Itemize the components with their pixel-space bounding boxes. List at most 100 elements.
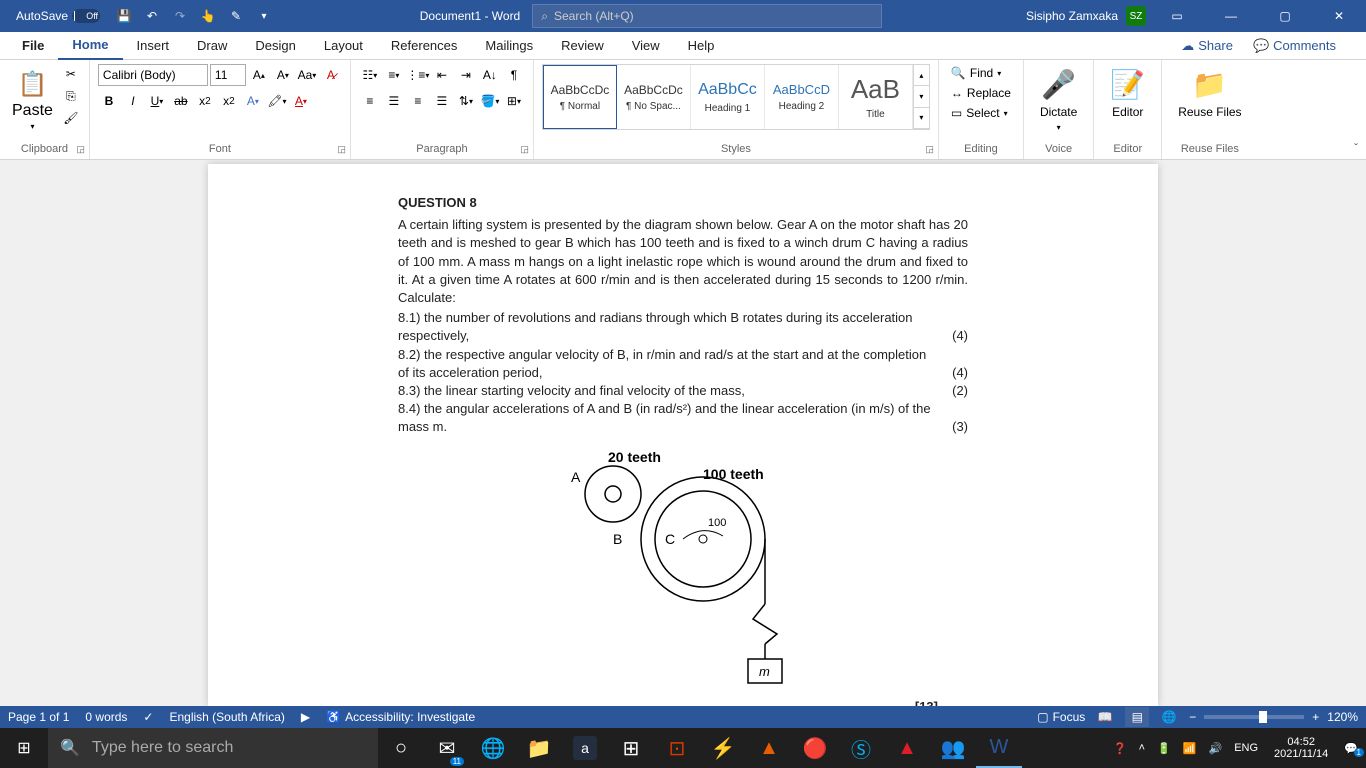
office-icon[interactable]: ⊡ [654, 728, 700, 768]
amazon-icon[interactable]: a [573, 736, 597, 760]
unknown-icon[interactable]: ⚡ [700, 728, 746, 768]
decrease-indent-button[interactable]: ⇤ [431, 64, 453, 86]
clock[interactable]: 04:52 2021/11/14 [1266, 736, 1336, 760]
accessibility[interactable]: ♿ Accessibility: Investigate [326, 710, 475, 724]
superscript-button[interactable]: x2 [218, 90, 240, 112]
redo-button[interactable]: ↷ [168, 4, 192, 28]
user-name[interactable]: Sisipho Zamxaka [1026, 9, 1118, 23]
start-button[interactable]: ⊞ [0, 728, 48, 768]
paragraph-launcher[interactable]: ◲ [520, 144, 529, 155]
italic-button[interactable]: I [122, 90, 144, 112]
tab-mailings[interactable]: Mailings [471, 32, 547, 60]
dictate-button[interactable]: 🎤Dictate▾ [1032, 64, 1085, 136]
tab-design[interactable]: Design [241, 32, 309, 60]
touch-mode-button[interactable]: 👆 [196, 4, 220, 28]
styles-gallery[interactable]: AaBbCcDc¶ Normal AaBbCcDc¶ No Spac... Aa… [542, 64, 930, 130]
tab-layout[interactable]: Layout [310, 32, 377, 60]
tab-review[interactable]: Review [547, 32, 618, 60]
styles-launcher[interactable]: ◲ [925, 144, 934, 155]
style-heading1[interactable]: AaBbCcHeading 1 [691, 65, 765, 129]
language-tray[interactable]: ENG [1230, 742, 1262, 754]
cortana-icon[interactable]: ○ [378, 728, 424, 768]
user-avatar[interactable]: SZ [1126, 6, 1146, 26]
text-effects-button[interactable]: A▾ [242, 90, 264, 112]
font-name-select[interactable] [98, 64, 208, 86]
battery-icon[interactable]: 🔋 [1153, 742, 1175, 755]
replace-button[interactable]: ↔Replace [947, 84, 1015, 102]
reuse-files-button[interactable]: 📁Reuse Files [1170, 64, 1249, 123]
print-layout-button[interactable]: ▤ [1125, 707, 1149, 727]
clear-formatting-button[interactable]: A̷ [320, 64, 342, 86]
save-button[interactable]: 💾 [112, 4, 136, 28]
maximize-button[interactable]: ▢ [1262, 0, 1308, 32]
web-layout-button[interactable]: 🌐 [1157, 707, 1181, 727]
numbering-button[interactable]: ≡▾ [383, 64, 405, 86]
format-painter-button[interactable]: 🖌 [61, 108, 81, 128]
gallery-more[interactable]: ▾ [914, 108, 929, 129]
language[interactable]: English (South Africa) [169, 710, 284, 724]
subscript-button[interactable]: x2 [194, 90, 216, 112]
change-case-button[interactable]: Aa▾ [296, 64, 318, 86]
vlc-icon[interactable]: ▲ [746, 728, 792, 768]
macro-icon[interactable]: ▶ [301, 710, 310, 724]
autosave-toggle[interactable]: AutoSave Off [8, 9, 108, 23]
wifi-icon[interactable]: 📶 [1179, 742, 1201, 755]
align-right-button[interactable]: ≡ [407, 90, 429, 112]
spellcheck-icon[interactable]: ✓ [143, 710, 153, 724]
gallery-up[interactable]: ▴ [914, 65, 929, 86]
search-box[interactable]: ⌕ Search (Alt+Q) [532, 4, 882, 28]
cut-button[interactable]: ✂ [61, 64, 81, 84]
minimize-button[interactable]: — [1208, 0, 1254, 32]
borders-button[interactable]: ⊞▾ [503, 90, 525, 112]
bullets-button[interactable]: ☷▾ [359, 64, 381, 86]
tab-view[interactable]: View [618, 32, 674, 60]
grow-font-button[interactable]: A▴ [248, 64, 270, 86]
focus-mode[interactable]: ▢ Focus [1037, 710, 1085, 724]
editor-button[interactable]: 📝Editor [1102, 64, 1153, 123]
word-icon[interactable]: W [976, 728, 1022, 768]
read-mode-button[interactable]: 📖 [1093, 707, 1117, 727]
paste-button[interactable]: 📋 Paste ▾ [8, 64, 57, 141]
taskbar-search[interactable]: 🔍 Type here to search [48, 728, 378, 768]
sort-button[interactable]: A↓ [479, 64, 501, 86]
zoom-out-button[interactable]: − [1189, 710, 1196, 724]
select-button[interactable]: ▭Select▾ [947, 104, 1015, 122]
style-title[interactable]: AaBTitle [839, 65, 913, 129]
tab-file[interactable]: File [8, 32, 58, 60]
bold-button[interactable]: B [98, 90, 120, 112]
volume-icon[interactable]: 🔊 [1205, 742, 1227, 755]
tab-help[interactable]: Help [674, 32, 729, 60]
multilevel-button[interactable]: ⋮≡▾ [407, 64, 429, 86]
mail-icon[interactable]: ✉11 [424, 728, 470, 768]
style-heading2[interactable]: AaBbCcDHeading 2 [765, 65, 839, 129]
document-page[interactable]: QUESTION 8 A certain lifting system is p… [208, 164, 1158, 706]
increase-indent-button[interactable]: ⇥ [455, 64, 477, 86]
draw-button[interactable]: ✎ [224, 4, 248, 28]
font-launcher[interactable]: ◲ [337, 144, 346, 155]
copy-button[interactable]: ⎘ [61, 86, 81, 106]
help-tray-icon[interactable]: ❓ [1109, 742, 1131, 755]
font-size-select[interactable] [210, 64, 246, 86]
share-button[interactable]: ☁Share [1171, 34, 1243, 58]
gallery-down[interactable]: ▾ [914, 86, 929, 107]
tab-references[interactable]: References [377, 32, 471, 60]
zoom-level[interactable]: 120% [1327, 710, 1358, 724]
justify-button[interactable]: ☰ [431, 90, 453, 112]
chevron-up-icon[interactable]: ˄ [1135, 742, 1149, 754]
skype-icon[interactable]: Ⓢ [838, 728, 884, 768]
dropbox-icon[interactable]: ⊞ [608, 728, 654, 768]
zoom-slider[interactable] [1204, 715, 1304, 719]
tab-home[interactable]: Home [58, 32, 122, 60]
document-area[interactable]: QUESTION 8 A certain lifting system is p… [0, 160, 1366, 706]
undo-button[interactable]: ↶ [140, 4, 164, 28]
comments-button[interactable]: 💬Comments [1243, 34, 1346, 58]
style-normal[interactable]: AaBbCcDc¶ Normal [543, 65, 617, 129]
align-center-button[interactable]: ☰ [383, 90, 405, 112]
strikethrough-button[interactable]: ab [170, 90, 192, 112]
show-marks-button[interactable]: ¶ [503, 64, 525, 86]
align-left-button[interactable]: ≡ [359, 90, 381, 112]
ribbon-display-button[interactable]: ▭ [1154, 0, 1200, 32]
style-no-spacing[interactable]: AaBbCcDc¶ No Spac... [617, 65, 691, 129]
font-color-button[interactable]: A▾ [290, 90, 312, 112]
notifications-icon[interactable]: 💬1 [1340, 742, 1362, 755]
